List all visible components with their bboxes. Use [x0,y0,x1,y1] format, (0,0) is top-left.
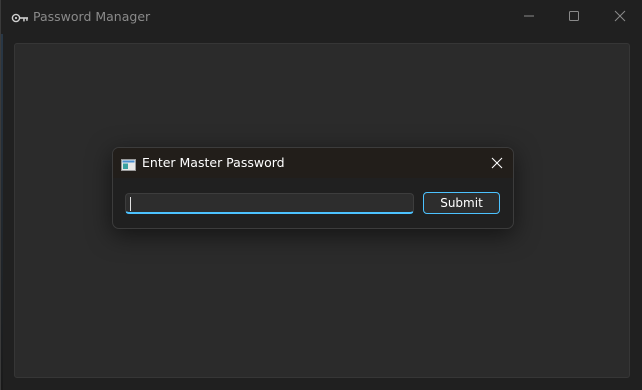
minimize-button[interactable] [507,0,551,32]
text-caret [130,197,131,211]
main-window: Password Manager Enter Master Password S… [0,0,642,390]
dialog-title: Enter Master Password [142,155,285,170]
minimize-icon [523,7,535,26]
master-password-dialog: Enter Master Password Submit [112,147,514,229]
master-password-input[interactable] [125,193,414,214]
key-icon [11,10,29,24]
close-icon [491,154,503,173]
maximize-button[interactable] [552,0,596,32]
dialog-close-button[interactable] [485,152,509,174]
window-icon [121,156,136,171]
dialog-title-bar[interactable]: Enter Master Password [113,148,513,178]
app-title: Password Manager [33,9,151,24]
title-bar[interactable]: Password Manager [1,0,642,34]
close-icon [614,7,626,26]
submit-button[interactable]: Submit [423,192,500,214]
window-left-edge [1,0,3,390]
close-window-button[interactable] [598,0,642,32]
maximize-icon [568,7,580,26]
